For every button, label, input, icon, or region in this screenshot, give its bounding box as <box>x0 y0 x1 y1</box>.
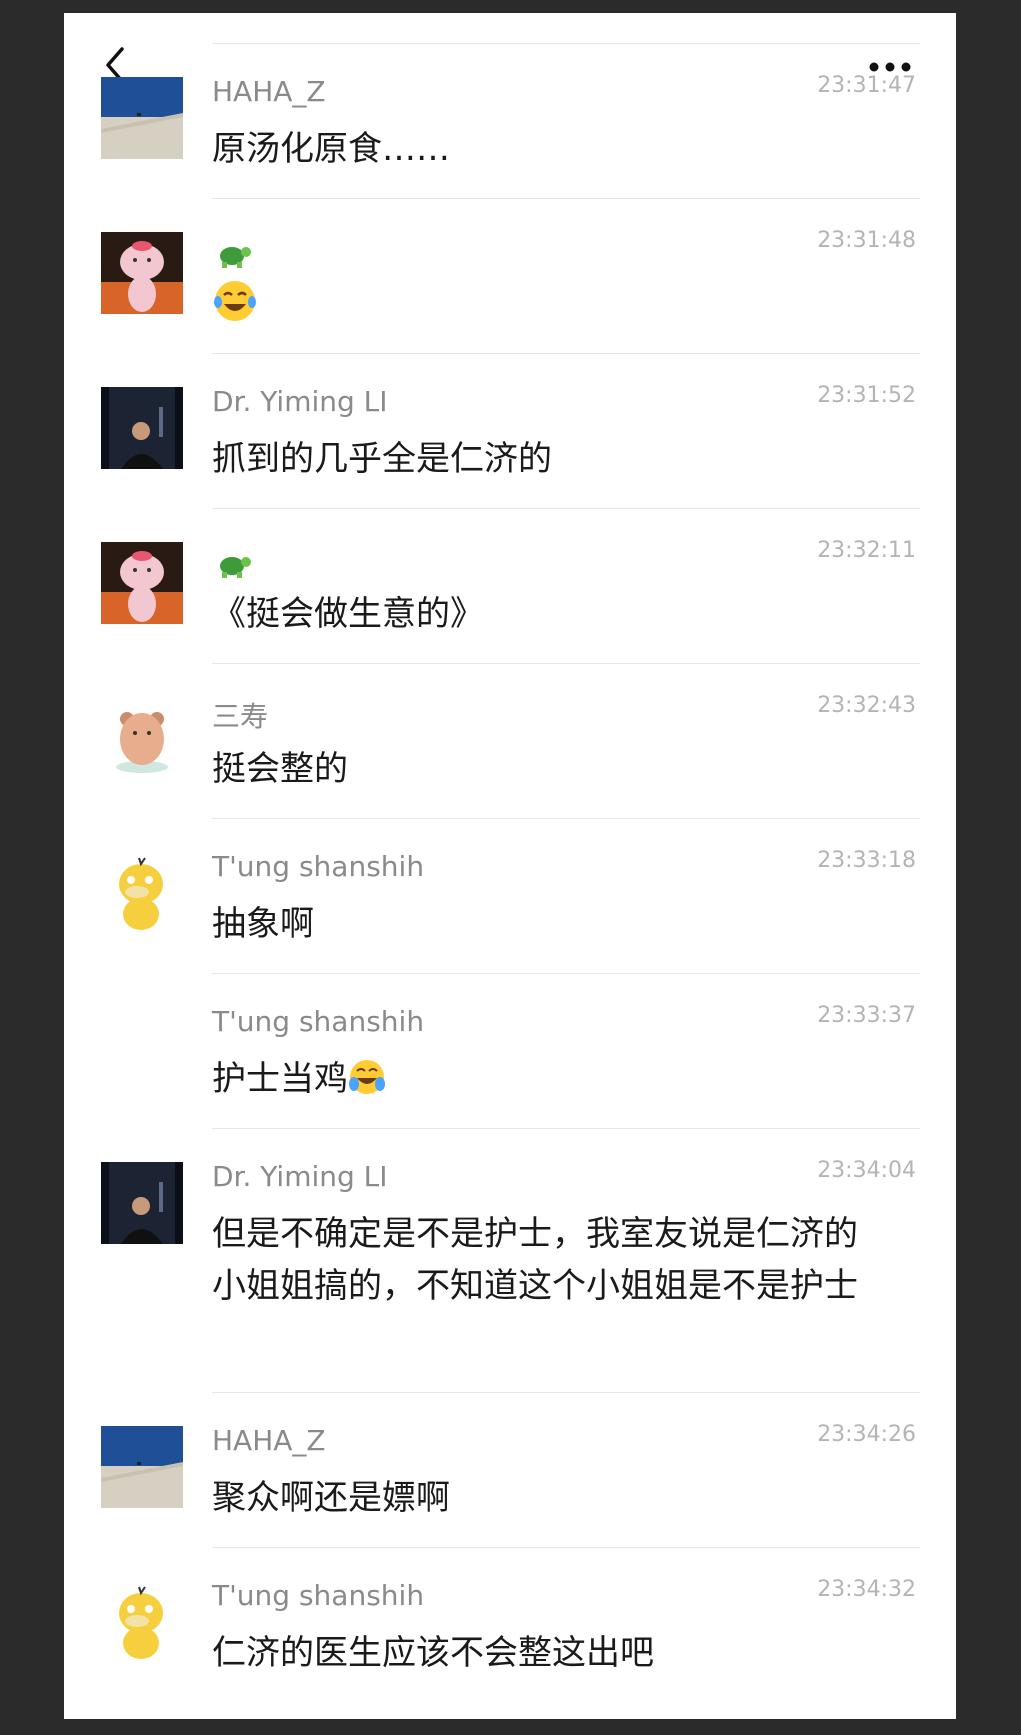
sender-name: HAHA_Z <box>212 75 326 108</box>
timestamp: 23:34:04 <box>817 1158 916 1183</box>
message-item[interactable]: T'ung shanshih 23:33:37 护士当鸡 <box>64 973 956 1128</box>
sender-name: Dr. Yiming LI <box>212 1160 388 1193</box>
timestamp: 23:32:43 <box>817 693 916 718</box>
message-item[interactable]: Dr. Yiming LI 23:34:04 但是不确定是不是护士，我室友说是仁… <box>64 1128 956 1392</box>
message-text: 《挺会做生意的》 <box>212 594 484 634</box>
message-text: 原汤化原食…… <box>212 129 450 169</box>
crying-laughing-emoji <box>349 1060 385 1094</box>
sender-name: HAHA_Z <box>212 1424 326 1457</box>
message-text: 抓到的几乎全是仁济的 <box>212 439 552 479</box>
message-text: 仁济的医生应该不会整这出吧 <box>212 1633 654 1673</box>
divider <box>212 353 920 354</box>
message-text: 护士当鸡 <box>212 1053 902 1105</box>
city-night-man-avatar[interactable] <box>101 1162 183 1244</box>
yellow-duck-avatar[interactable] <box>101 1581 183 1663</box>
laughing-tears-emoji <box>214 281 256 321</box>
message-text: 抽象啊 <box>212 904 314 944</box>
bear-avatar[interactable] <box>101 697 183 779</box>
message-text: 挺会整的 <box>212 749 348 789</box>
sender-name: 三寿 <box>212 700 269 733</box>
timestamp: 23:34:32 <box>817 1577 916 1602</box>
divider <box>212 1392 920 1393</box>
message-item[interactable]: 23:31:48 <box>64 198 956 353</box>
message-text: 聚众啊还是嫖啊 <box>212 1478 450 1518</box>
message-item[interactable]: HAHA_Z 23:31:47 原汤化原食…… <box>64 43 956 198</box>
divider <box>212 1547 920 1548</box>
timestamp: 23:32:11 <box>817 538 916 563</box>
pink-pig-avatar[interactable] <box>101 542 183 624</box>
timestamp: 23:31:48 <box>817 228 916 253</box>
timestamp: 23:31:52 <box>817 383 916 408</box>
divider <box>212 1128 920 1129</box>
message-item[interactable]: T'ung shanshih 23:33:18 抽象啊 <box>64 818 956 973</box>
sender-name: T'ung shanshih <box>212 1579 425 1612</box>
message-item[interactable]: HAHA_Z 23:34:26 聚众啊还是嫖啊 <box>64 1392 956 1547</box>
message-text: 但是不确定是不是护士，我室友说是仁济的小姐姐搞的，不知道这个小姐姐是不是护士 <box>212 1214 858 1306</box>
chat-screen: HAHA_Z 23:31:47 原汤化原食…… 23:31:48 Dr. Yim… <box>64 13 956 1719</box>
pink-pig-avatar[interactable] <box>101 232 183 314</box>
sky-wall-avatar[interactable] <box>101 1426 183 1508</box>
message-item[interactable]: 23:32:11 《挺会做生意的》 <box>64 508 956 663</box>
yellow-duck-avatar[interactable] <box>101 852 183 934</box>
city-night-man-avatar[interactable] <box>101 387 183 469</box>
divider <box>212 818 920 819</box>
divider <box>212 43 920 44</box>
timestamp: 23:34:26 <box>817 1422 916 1447</box>
sender-name: Dr. Yiming LI <box>212 385 388 418</box>
message-item[interactable]: 三寿 23:32:43 挺会整的 <box>64 663 956 818</box>
sky-wall-avatar[interactable] <box>101 77 183 159</box>
turtle-emoji <box>220 557 251 578</box>
message-item[interactable]: T'ung shanshih 23:34:32 仁济的医生应该不会整这出吧 <box>64 1547 956 1702</box>
timestamp: 23:33:37 <box>817 1003 916 1028</box>
divider <box>212 663 920 664</box>
divider <box>212 198 920 199</box>
message-text-content: 护士当鸡 <box>212 1059 348 1099</box>
message-list: HAHA_Z 23:31:47 原汤化原食…… 23:31:48 Dr. Yim… <box>64 43 956 1702</box>
message-item[interactable]: Dr. Yiming LI 23:31:52 抓到的几乎全是仁济的 <box>64 353 956 508</box>
turtle-emoji <box>220 247 251 268</box>
sender-name: T'ung shanshih <box>212 1005 425 1038</box>
divider <box>212 973 920 974</box>
divider <box>212 508 920 509</box>
timestamp: 23:33:18 <box>817 848 916 873</box>
timestamp: 23:31:47 <box>817 73 916 98</box>
sender-name: T'ung shanshih <box>212 850 425 883</box>
